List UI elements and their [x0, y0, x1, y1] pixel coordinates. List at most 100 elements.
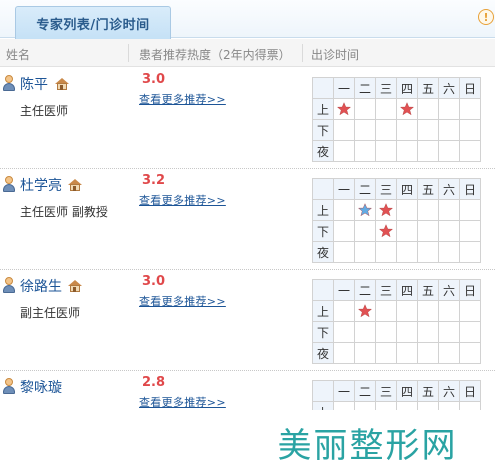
weekday-label: 日 [459, 279, 481, 301]
doctor-name[interactable]: 黎咏璇 [20, 377, 62, 397]
person-icon [3, 75, 15, 91]
star-red-icon [379, 203, 393, 217]
schedule-cell [333, 199, 355, 221]
schedule-cell [333, 342, 355, 364]
slot-label: 下 [312, 220, 334, 242]
schedule-cell [375, 321, 397, 343]
info-icon[interactable]: ! [478, 9, 494, 25]
schedule-cell [375, 300, 397, 322]
schedule-table: 一二三四五六日上下夜 [312, 77, 481, 162]
schedule-cell [333, 241, 355, 263]
weekday-label: 五 [417, 178, 439, 200]
schedule-cell [333, 119, 355, 141]
weekday-label: 四 [396, 279, 418, 301]
schedule-cell [459, 300, 481, 322]
weekday-label: 一 [333, 77, 355, 99]
more-recommend-link[interactable]: 查看更多推荐>> [139, 91, 226, 107]
schedule-cell [417, 98, 439, 120]
doctor-row: 徐路生 副主任医师 3.0 查看更多推荐>> 一二三四五六日上下夜 [0, 271, 495, 371]
schedule-cell [354, 98, 376, 120]
slot-label: 上 [312, 300, 334, 322]
schedule-cell [417, 300, 439, 322]
schedule-cell [354, 140, 376, 162]
weekday-label: 四 [396, 178, 418, 200]
recommend-score: 3.2 [142, 173, 166, 188]
schedule-table: 一二三四五六日上下夜 [312, 279, 481, 364]
weekday-label: 五 [417, 380, 439, 402]
weekday-label: 三 [375, 380, 397, 402]
doctor-name[interactable]: 杜学亮 [20, 175, 62, 195]
schedule-cell [459, 199, 481, 221]
schedule-cell [459, 220, 481, 242]
weekday-label: 三 [375, 77, 397, 99]
homepage-icon[interactable] [68, 179, 82, 191]
schedule-cell [459, 342, 481, 364]
weekday-label: 日 [459, 380, 481, 402]
weekday-label: 四 [396, 77, 418, 99]
schedule-cell [438, 140, 460, 162]
slot-label: 夜 [312, 241, 334, 263]
schedule-cell [354, 300, 376, 322]
schedule-cell [375, 220, 397, 242]
schedule-cell [417, 140, 439, 162]
star-red-icon [400, 102, 414, 116]
more-recommend-link[interactable]: 查看更多推荐>> [139, 192, 226, 208]
schedule-cell [354, 342, 376, 364]
doctor-row: 杜学亮 主任医师 副教授 3.2 查看更多推荐>> 一二三四五六日上下夜 [0, 170, 495, 270]
rating-column-header: 患者推荐热度（2年内得票） [139, 48, 291, 62]
weekday-label: 二 [354, 279, 376, 301]
column-header: 姓名 患者推荐热度（2年内得票） 出诊时间 [0, 39, 495, 67]
tab-expert-list[interactable]: 专家列表/门诊时间 [15, 6, 171, 39]
tab-bar: 专家列表/门诊时间 ! [0, 0, 495, 39]
schedule-corner [312, 279, 334, 301]
schedule-column-header: 出诊时间 [311, 48, 360, 62]
homepage-icon[interactable] [55, 78, 69, 90]
weekday-label: 二 [354, 77, 376, 99]
doctor-title: 主任医师 [20, 104, 69, 118]
schedule-corner [312, 77, 334, 99]
person-icon [3, 378, 15, 394]
column-divider [302, 44, 303, 62]
schedule-cell [333, 98, 355, 120]
doctor-name[interactable]: 陈平 [20, 74, 48, 94]
weekday-label: 六 [438, 380, 460, 402]
schedule-cell [354, 241, 376, 263]
schedule-cell [354, 220, 376, 242]
schedule-cell [459, 98, 481, 120]
recommend-score: 3.0 [142, 274, 166, 289]
schedule-cell [396, 140, 418, 162]
weekday-label: 三 [375, 279, 397, 301]
schedule-cell [417, 241, 439, 263]
more-recommend-link[interactable]: 查看更多推荐>> [139, 293, 226, 309]
schedule-cell [354, 199, 376, 221]
star-red-icon [379, 224, 393, 238]
schedule-cell [438, 321, 460, 343]
schedule-cell [438, 241, 460, 263]
weekday-label: 一 [333, 380, 355, 402]
schedule-cell [438, 119, 460, 141]
weekday-label: 二 [354, 178, 376, 200]
schedule-cell [396, 300, 418, 322]
schedule-cell [417, 220, 439, 242]
slot-label: 夜 [312, 342, 334, 364]
schedule-cell [459, 241, 481, 263]
weekday-label: 一 [333, 178, 355, 200]
weekday-label: 六 [438, 279, 460, 301]
weekday-label: 二 [354, 380, 376, 402]
weekday-label: 日 [459, 77, 481, 99]
watermark-text: 美丽整形网 [277, 425, 458, 466]
schedule-cell [375, 241, 397, 263]
name-column-header: 姓名 [6, 48, 31, 62]
column-divider [128, 44, 129, 62]
homepage-icon[interactable] [68, 280, 82, 292]
doctor-name[interactable]: 徐路生 [20, 276, 62, 296]
schedule-cell [396, 119, 418, 141]
more-recommend-link[interactable]: 查看更多推荐>> [139, 394, 226, 410]
doctor-row: 陈平主任医师 3.0 查看更多推荐>> 一二三四五六日上下夜 [0, 69, 495, 169]
recommend-score: 3.0 [142, 72, 166, 87]
schedule-cell [459, 119, 481, 141]
weekday-label: 五 [417, 279, 439, 301]
weekday-label: 四 [396, 380, 418, 402]
doctor-title: 副主任医师 [20, 306, 81, 320]
star-blue-icon [358, 203, 372, 217]
